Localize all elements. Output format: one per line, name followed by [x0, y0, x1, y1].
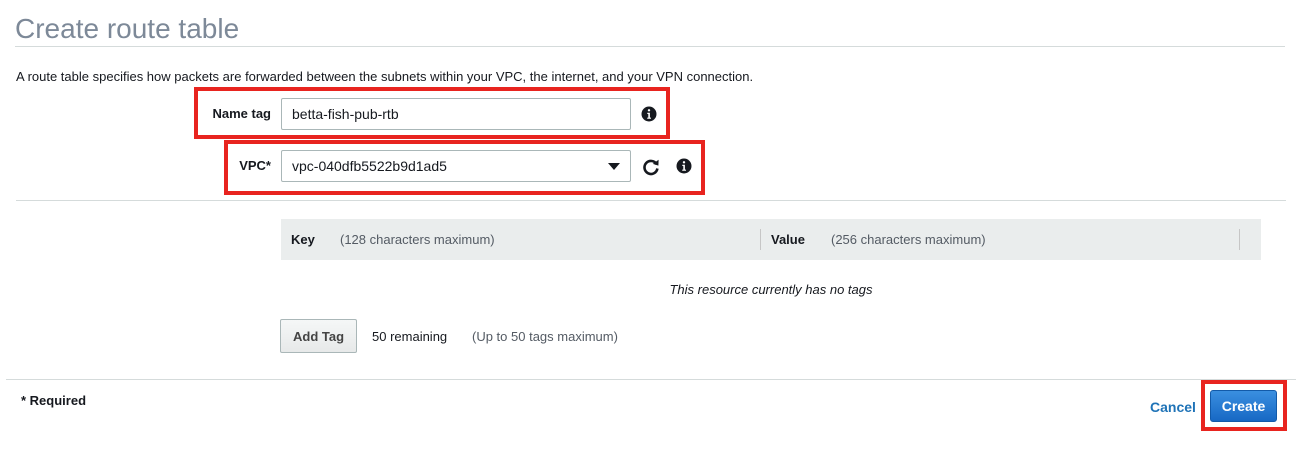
page-description: A route table specifies how packets are … — [16, 69, 754, 84]
tags-key-header: Key — [291, 232, 315, 247]
add-tag-button[interactable]: Add Tag — [280, 319, 357, 353]
name-tag-info-icon[interactable] — [640, 105, 658, 123]
section-divider — [16, 200, 1286, 201]
column-divider[interactable] — [760, 229, 761, 250]
tags-value-header: Value — [771, 232, 805, 247]
empty-tags-message: This resource currently has no tags — [669, 282, 873, 297]
info-icon — [676, 158, 692, 174]
vpc-refresh-button[interactable] — [640, 156, 662, 178]
page-title: Create route table — [15, 13, 240, 44]
cancel-button[interactable]: Cancel — [1150, 399, 1196, 415]
vpc-info-button[interactable] — [675, 157, 693, 175]
column-divider[interactable] — [1239, 229, 1240, 250]
name-tag-input[interactable] — [281, 98, 631, 130]
vpc-selected-value: vpc-040dfb5522b9d1ad5 — [292, 158, 447, 174]
tags-remaining: 50 remaining — [372, 329, 448, 344]
chevron-down-icon — [608, 162, 620, 170]
info-icon — [641, 106, 657, 122]
tags-limit-hint: (Up to 50 tags maximum) — [472, 329, 618, 344]
name-tag-label: Name tag — [212, 106, 271, 121]
create-button[interactable]: Create — [1210, 390, 1277, 422]
vpc-label: VPC* — [239, 158, 271, 173]
tags-table-header: Key (128 characters maximum) Value (256 … — [281, 219, 1261, 260]
vpc-select[interactable]: vpc-040dfb5522b9d1ad5 — [281, 150, 631, 182]
tags-key-hint: (128 characters maximum) — [340, 232, 495, 247]
title-divider — [15, 46, 1285, 47]
refresh-icon — [643, 159, 659, 176]
required-note: * Required — [21, 393, 87, 408]
footer-divider — [6, 379, 1296, 380]
tags-value-hint: (256 characters maximum) — [831, 232, 986, 247]
